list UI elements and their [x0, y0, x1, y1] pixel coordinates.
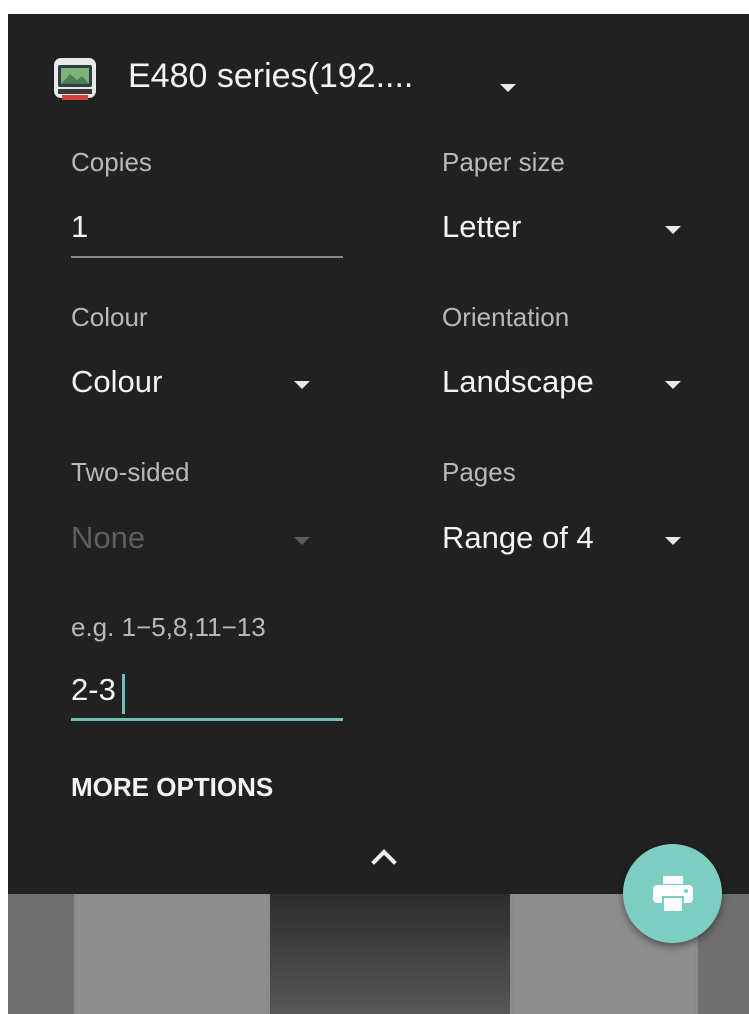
printer-selector[interactable]: E480 series(192.... [8, 44, 528, 114]
printer-name: E480 series(192.... [128, 57, 414, 95]
two-sided-value: None [71, 520, 146, 555]
page-range-input[interactable]: 2-3 [71, 672, 343, 720]
page-range-value: 2-3 [71, 672, 116, 707]
print-options-panel: E480 series(192.... Copies 1 Paper size … [8, 14, 749, 1014]
pages-label: Pages [442, 457, 516, 487]
paper-size-dropdown-icon [665, 226, 681, 234]
pages-dropdown[interactable]: Range of 4 [442, 520, 692, 566]
colour-label: Colour [71, 302, 148, 332]
colour-value: Colour [71, 364, 163, 399]
print-icon [652, 875, 693, 913]
paper-size-value: Letter [442, 209, 522, 244]
orientation-dropdown[interactable]: Landscape [442, 364, 692, 410]
print-button[interactable] [623, 844, 722, 943]
copies-label: Copies [71, 147, 152, 177]
two-sided-dropdown: None [71, 520, 321, 566]
text-cursor [122, 674, 125, 714]
two-sided-dropdown-icon [294, 537, 310, 545]
paper-size-dropdown[interactable]: Letter [442, 209, 692, 255]
printer-app-icon [52, 56, 98, 102]
preview-page-2 [270, 894, 510, 1014]
printer-dropdown-icon [500, 84, 516, 92]
preview-page-left [8, 894, 74, 1014]
colour-dropdown-icon [294, 381, 310, 389]
chevron-up-icon[interactable] [366, 844, 402, 870]
orientation-value: Landscape [442, 364, 594, 399]
more-options-button[interactable]: MORE OPTIONS [71, 772, 273, 803]
pages-dropdown-icon [665, 537, 681, 545]
orientation-dropdown-icon [665, 381, 681, 389]
copies-input[interactable]: 1 [71, 209, 343, 253]
page-range-hint: e.g. 1−5,8,11−13 [71, 612, 266, 642]
colour-dropdown[interactable]: Colour [71, 364, 321, 410]
preview-page-1 [78, 894, 266, 1014]
orientation-label: Orientation [442, 302, 570, 332]
copies-underline [71, 256, 343, 258]
page-range-underline [71, 718, 343, 721]
paper-size-label: Paper size [442, 147, 565, 177]
pages-value: Range of 4 [442, 520, 594, 555]
two-sided-label: Two-sided [71, 457, 190, 487]
